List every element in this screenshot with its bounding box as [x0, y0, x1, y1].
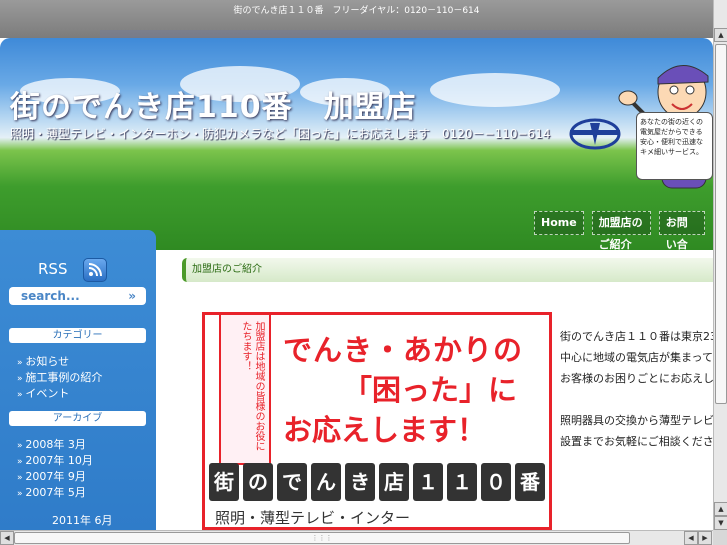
page-heading: 加盟店のご紹介 [182, 258, 713, 282]
poster-banner-char: き [345, 463, 375, 501]
vertical-scroll-thumb[interactable] [715, 44, 727, 404]
scrollbar-corner [713, 530, 727, 545]
rss-label[interactable]: RSS [38, 260, 67, 278]
nav-member-stores[interactable]: 加盟店のご紹介 [591, 211, 651, 250]
search-input[interactable]: search... » [9, 287, 146, 305]
archive-link[interactable]: 2007年 10月 [17, 453, 93, 469]
poster-banner-char: の [243, 463, 273, 501]
poster-banner-char: ０ [481, 463, 511, 501]
search-placeholder: search... [21, 289, 80, 303]
banner-divider [100, 30, 600, 38]
poster-headline-3: お応えします！ [283, 413, 487, 447]
intro-line: 中心に地域の電気店が集まって [560, 351, 713, 364]
poster-headline-2: 「困った」に [343, 373, 518, 407]
sidebar: RSS search... » カテゴリー お知らせ 施工事例の紹介 イベント … [0, 230, 156, 530]
scroll-right-arrow-icon[interactable]: ▶ [698, 531, 712, 545]
categories-heading: カテゴリー [9, 328, 146, 343]
vertical-scrollbar[interactable]: ▲ ▲ ▼ [713, 0, 727, 530]
rss-feed-icon[interactable] [83, 258, 107, 282]
poster-banner-char: ん [311, 463, 341, 501]
intro-line: 街のでんき店１１０番は東京23区を [560, 330, 713, 343]
horizontal-scroll-thumb[interactable]: ⋮⋮⋮ [14, 532, 630, 544]
poster-banner-char: １ [413, 463, 443, 501]
browser-viewport: 街のでんき店１１０番 フリーダイヤル：0120－110－614 街のでんき店11… [0, 0, 713, 530]
archive-link[interactable]: 2007年 9月 [17, 469, 93, 485]
poster-banner-char: 店 [379, 463, 409, 501]
poster-banner-char: 番 [515, 463, 545, 501]
site-title[interactable]: 街のでんき店110番 加盟店 [10, 82, 417, 126]
poster-banner-char: で [277, 463, 307, 501]
nav-home[interactable]: Home [534, 211, 584, 235]
poster-side-text: 加盟店は地域の皆様のお役にたちます！ [219, 315, 271, 465]
mascot-speech-bubble: あなたの街の近くの 電気屋だからできる 安心・便利で迅速な キメ細いサービス。 [636, 112, 713, 180]
intro-line [560, 389, 713, 410]
scroll-left-arrow-icon[interactable]: ◀ [0, 531, 14, 545]
horizontal-scrollbar[interactable]: ◀ ⋮⋮⋮ ◀ ▶ [0, 530, 713, 545]
site-subtitle: 照明・薄型テレビ・インターホン・防犯カメラなど「困った」にお応えします 0120… [10, 127, 551, 141]
intro-text: 街のでんき店１１０番は東京23区を 中心に地域の電気店が集まって お客様のお困り… [560, 326, 713, 452]
category-list: お知らせ 施工事例の紹介 イベント [17, 354, 102, 402]
poster-footer-text: 照明・薄型テレビ・インター [215, 509, 411, 527]
category-link[interactable]: お知らせ [17, 354, 102, 370]
poster-headline-1: でんき・あかりの [283, 333, 524, 367]
archive-link[interactable]: 2007年 5月 [17, 485, 93, 501]
site-header: 街のでんき店110番 加盟店 照明・薄型テレビ・インターホン・防犯カメラなど「困… [0, 38, 713, 250]
intro-line: お客様のお困りごとにお応えします。 [560, 372, 713, 385]
scroll-down-arrow-icon[interactable]: ▼ [714, 516, 727, 530]
nav-contact[interactable]: お問い合せ [658, 211, 705, 250]
promo-poster-image: 加盟店は地域の皆様のお役にたちます！ でんき・あかりの 「困った」に お応えしま… [202, 312, 552, 530]
search-go-button[interactable]: » [128, 287, 136, 305]
scroll-up-arrow-icon[interactable]: ▲ [714, 28, 727, 42]
poster-banner-char: １ [447, 463, 477, 501]
intro-line: 照明器具の交換から薄型テレビの [560, 414, 713, 427]
poster-banner-char: 街 [209, 463, 239, 501]
category-link[interactable]: 施工事例の紹介 [17, 370, 102, 386]
main-nav: Home 加盟店のご紹介 お問い合せ [534, 211, 713, 250]
window-title: 街のでんき店１１０番 フリーダイヤル：0120－110－614 [233, 6, 480, 16]
intro-line: 設置までお気軽にご相談ください。 [560, 435, 713, 448]
poster-banner: 街 の で ん き 店 １ １ ０ 番 [209, 463, 545, 501]
archives-heading: アーカイブ [9, 411, 146, 426]
scroll-up-arrow-icon[interactable]: ▲ [714, 502, 727, 516]
category-link[interactable]: イベント [17, 386, 102, 402]
scroll-left-arrow-icon[interactable]: ◀ [684, 531, 698, 545]
archive-link[interactable]: 2008年 3月 [17, 437, 93, 453]
cloud [430, 73, 560, 107]
calendar-month: 2011年 6月 [52, 514, 113, 527]
archive-list: 2008年 3月 2007年 10月 2007年 9月 2007年 5月 [17, 437, 93, 501]
